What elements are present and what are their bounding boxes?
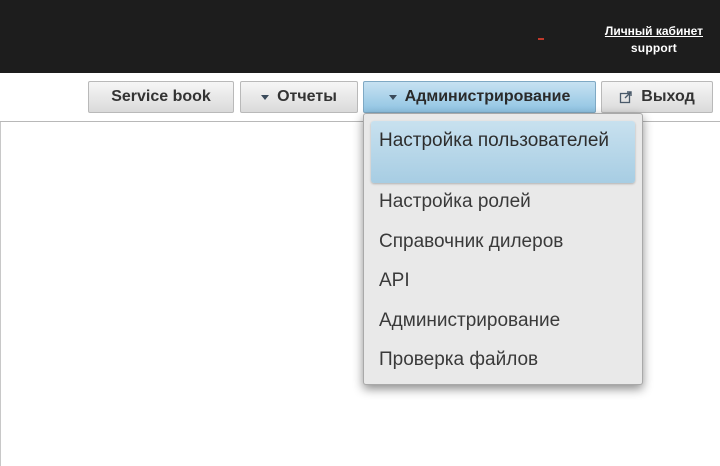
administration-button[interactable]: Администрирование bbox=[363, 81, 596, 113]
account-block: Личный кабинет support bbox=[605, 24, 703, 55]
administration-dropdown-menu: Настройка пользователей Настройка ролей … bbox=[363, 113, 643, 385]
menu-item-file-check[interactable]: Проверка файлов bbox=[371, 349, 635, 371]
logout-button[interactable]: Выход bbox=[601, 81, 713, 113]
menu-item-api[interactable]: API bbox=[371, 270, 635, 292]
menu-item-user-settings[interactable]: Настройка пользователей bbox=[371, 121, 635, 183]
menu-item-administration[interactable]: Администрирование bbox=[371, 310, 635, 332]
chevron-down-icon bbox=[388, 94, 397, 100]
username-label: support bbox=[630, 41, 677, 55]
reports-label: Отчеты bbox=[277, 88, 337, 105]
reports-button[interactable]: Отчеты bbox=[240, 81, 358, 113]
account-link[interactable]: Личный кабинет bbox=[605, 24, 703, 38]
header-accent-mark bbox=[538, 38, 544, 40]
logout-label: Выход bbox=[641, 88, 695, 105]
menu-item-role-settings[interactable]: Настройка ролей bbox=[371, 191, 635, 213]
top-header-bar: Личный кабинет support bbox=[0, 0, 720, 73]
external-link-icon bbox=[620, 91, 632, 104]
menu-item-dealer-directory[interactable]: Справочник дилеров bbox=[371, 231, 635, 253]
administration-label: Администрирование bbox=[404, 88, 571, 105]
service-book-label: Service book bbox=[111, 88, 211, 105]
service-book-button[interactable]: Service book bbox=[88, 81, 234, 113]
content-left-border bbox=[0, 122, 1, 466]
chevron-down-icon bbox=[261, 94, 270, 100]
